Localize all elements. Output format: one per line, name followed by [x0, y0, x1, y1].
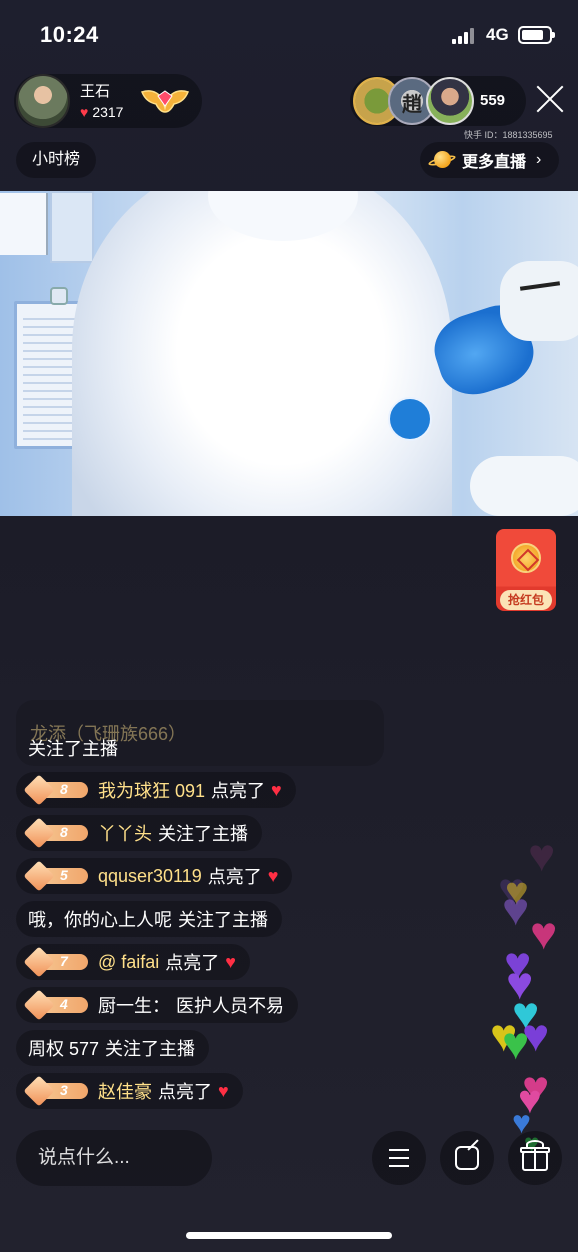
- comment-text: 点亮了: [165, 953, 220, 973]
- comment-text: 点亮了: [207, 867, 262, 887]
- more-live-label: 更多直播: [462, 154, 527, 171]
- viewer-avatar-char: 趙: [402, 92, 422, 116]
- comment-user[interactable]: @ faifai: [98, 952, 159, 973]
- comment-user[interactable]: 周权 577: [28, 1035, 99, 1061]
- comment-user[interactable]: qquser30119: [98, 866, 202, 887]
- comment-user[interactable]: 我为球狂 091: [98, 777, 205, 803]
- planet-icon: [427, 149, 457, 171]
- comment-text: 点亮了: [158, 1082, 212, 1102]
- share-button[interactable]: [440, 1131, 494, 1185]
- comment-item: 3 赵佳豪 点亮了 ♥: [16, 1073, 243, 1109]
- chevron-right-icon: ›: [536, 151, 542, 168]
- level-badge: 4: [23, 989, 88, 1021]
- comment-text: 点亮了: [211, 781, 266, 801]
- comment-item: 4 厨一生： 医护人员不易: [16, 987, 298, 1023]
- red-packet-seal-icon: [511, 543, 541, 573]
- video-wall-sign: [0, 193, 48, 255]
- heart-icon: ♥: [271, 779, 282, 800]
- live-video[interactable]: [0, 191, 578, 516]
- comment-item: 5 qquser30119 点亮了 ♥: [16, 858, 293, 894]
- comment-text: 关注了主播: [158, 824, 248, 844]
- more-live-button[interactable]: 更多直播 ›: [420, 142, 560, 178]
- host-likes: ♥ 2317: [80, 104, 123, 120]
- heart-icon: ♥: [218, 1080, 229, 1101]
- video-clip: [50, 287, 68, 305]
- comment-item: 8 丫丫头 关注了主播: [16, 815, 262, 851]
- video-suit-badge: [388, 397, 432, 441]
- comment-item: 哦，你的心上人呢 关注了主播: [16, 901, 282, 937]
- comment-user[interactable]: 哦，你的心上人呢: [28, 906, 172, 932]
- wing-badge-icon[interactable]: [140, 84, 190, 116]
- kuaishou-id: 快手 ID：1881335695: [464, 130, 553, 140]
- network-type: 4G: [486, 25, 509, 44]
- comment-text: 医护人员不易: [176, 996, 284, 1016]
- hour-rank-button[interactable]: 小时榜: [16, 142, 97, 178]
- comment-input[interactable]: 说点什么...: [16, 1130, 212, 1186]
- video-hand: [470, 456, 578, 516]
- heart-icon: ♥: [225, 951, 236, 972]
- heart-icon: ♥: [80, 104, 89, 120]
- viewer-count[interactable]: 559: [480, 92, 505, 109]
- level-badge: 8: [23, 817, 88, 849]
- close-icon[interactable]: [535, 84, 565, 114]
- floating-heart-icon: ♥: [528, 829, 556, 881]
- floating-heart-icon: ♥: [502, 1017, 530, 1069]
- likes-count: 2317: [92, 104, 124, 120]
- red-packet-label[interactable]: 抢红包: [500, 590, 552, 610]
- comment-user[interactable]: 赵佳豪: [98, 1078, 152, 1104]
- heart-icon: ♥: [267, 865, 279, 886]
- home-indicator[interactable]: [186, 1232, 392, 1239]
- level-badge: 7: [23, 946, 88, 978]
- video-protective-suit: [72, 191, 452, 516]
- gift-button[interactable]: [508, 1131, 562, 1185]
- comment-item: 7 @ faifai 点亮了 ♥: [16, 944, 250, 980]
- comment-text: 关注了主播: [105, 1039, 196, 1059]
- host-avatar[interactable]: [16, 74, 70, 128]
- level-badge: 5: [23, 860, 88, 892]
- signal-icon: [452, 28, 478, 44]
- menu-button[interactable]: [372, 1131, 426, 1185]
- comment-user[interactable]: 丫丫头: [98, 820, 152, 846]
- video-wall-poster: [50, 191, 94, 263]
- video-hand: [500, 261, 578, 341]
- floating-heart-icon: ♥: [502, 883, 530, 935]
- viewer-avatar[interactable]: [426, 77, 474, 125]
- status-time: 10:24: [40, 22, 99, 47]
- comment-item: 8 我为球狂 091 点亮了 ♥: [16, 772, 296, 808]
- level-badge: 3: [23, 1075, 88, 1107]
- level-badge: 8: [23, 774, 88, 806]
- comment-item: 周权 577 关注了主播: [16, 1030, 210, 1066]
- battery-icon: [518, 26, 555, 44]
- comment-text: 关注了主播: [178, 910, 268, 930]
- host-name: 王石: [80, 83, 111, 100]
- floating-heart-icon: ♥: [530, 907, 558, 959]
- comment-text: 关注了主播: [28, 739, 118, 759]
- comment-user[interactable]: 厨一生：: [98, 992, 170, 1018]
